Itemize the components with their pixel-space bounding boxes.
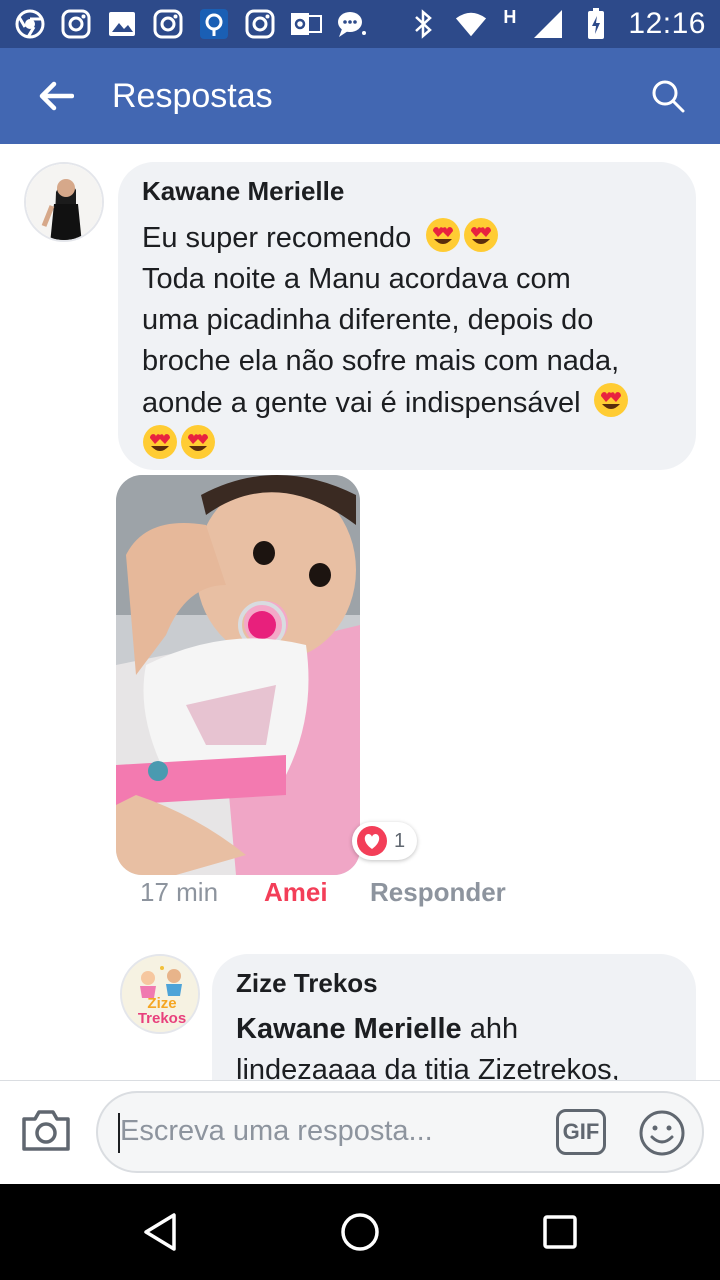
avatar[interactable] (24, 162, 104, 242)
back-button[interactable] (0, 48, 112, 144)
system-nav-bar (0, 1184, 720, 1280)
nav-home-button[interactable] (336, 1208, 384, 1256)
search-button[interactable] (640, 68, 696, 124)
status-bar: H 12:16 (0, 0, 720, 48)
back-arrow-icon (39, 81, 74, 111)
reply-bubble[interactable]: Zize Trekos Kawane Merielle ahh lindezaa… (212, 954, 696, 1080)
notification-icon (198, 8, 230, 40)
outlook-icon (290, 8, 322, 40)
comment-line-5: aonde a gente vai é indispensável (142, 387, 581, 419)
comment-line-1: Eu super recomendo (142, 222, 412, 254)
reply-text-line-1: ahh (461, 1013, 519, 1045)
comment-author[interactable]: Kawane Merielle (142, 176, 672, 207)
amei-button[interactable]: Amei (264, 877, 370, 908)
smiley-icon (639, 1110, 685, 1156)
gallery-icon (106, 8, 138, 40)
reaction-count-label: 1 (394, 829, 406, 852)
comment-actions: 17 min Amei Responder (140, 877, 506, 908)
comment-line-3: uma picadinha diferente, depois do (142, 304, 594, 336)
circle-home-icon (341, 1213, 379, 1251)
avatar[interactable]: Zize Trekos (120, 954, 200, 1034)
page-title: Respostas (112, 76, 273, 115)
chat-icon (336, 8, 368, 40)
heart-eyes-emoji-icon (181, 425, 215, 459)
instagram-icon (244, 8, 276, 40)
heart-eyes-emoji-icon (143, 425, 177, 459)
comment-bubble[interactable]: Kawane Merielle Eu super recomendo Toda … (118, 162, 696, 470)
wifi-icon (455, 8, 487, 40)
reply-input[interactable]: Escreva uma resposta... GIF (96, 1091, 704, 1173)
avatar-logo-text-2: Trekos (137, 1010, 187, 1027)
signal-icon (532, 8, 564, 40)
comment-text: Eu super recomendo Toda noite a Manu aco… (142, 217, 672, 466)
reaction-count[interactable]: 1 (352, 822, 418, 860)
heart-eyes-emoji-icon (464, 218, 499, 252)
reply-placeholder: Escreva uma resposta... (120, 1115, 433, 1147)
comment-line-2: Toda noite a Manu acordava com (142, 263, 571, 295)
comment-photo[interactable] (116, 475, 360, 875)
instagram-icon (152, 8, 184, 40)
comment-timestamp[interactable]: 17 min (140, 877, 264, 908)
gif-button[interactable]: GIF (556, 1109, 606, 1155)
reply-button[interactable]: Responder (370, 877, 506, 908)
nav-recents-button[interactable] (536, 1208, 584, 1256)
instagram-icon (60, 8, 92, 40)
camera-button[interactable] (20, 1107, 76, 1159)
camera-icon (22, 1110, 70, 1151)
reply-author[interactable]: Zize Trekos (236, 968, 672, 999)
app-bar: Respostas (0, 48, 720, 144)
battery-icon (580, 8, 612, 40)
reply-text-line-2: lindezaaaa da titia Zizetrekos, (236, 1054, 620, 1080)
comment-thread: Kawane Merielle Eu super recomendo Toda … (0, 144, 720, 1080)
avatar-logo-text-1: Zize (147, 995, 177, 1012)
square-recents-icon (543, 1215, 577, 1249)
triangle-back-icon (144, 1213, 176, 1251)
comment-line-4: broche ela não sofre mais com nada, (142, 345, 620, 377)
bluetooth-icon (407, 8, 439, 40)
reply-text: Kawane Merielle ahh lindezaaaa da titia … (236, 1009, 672, 1080)
emoji-button[interactable] (638, 1109, 686, 1157)
nav-back-button[interactable] (136, 1208, 184, 1256)
love-reaction-icon (357, 826, 387, 856)
chrome-icon (14, 8, 46, 40)
network-type-label: H (503, 6, 517, 27)
heart-eyes-emoji-icon (593, 383, 628, 417)
reply-mention[interactable]: Kawane Merielle (236, 1013, 462, 1045)
heart-eyes-emoji-icon (426, 218, 461, 252)
reply-composer: Escreva uma resposta... GIF (0, 1080, 720, 1184)
clock: 12:16 (628, 7, 706, 40)
search-icon (652, 80, 685, 113)
